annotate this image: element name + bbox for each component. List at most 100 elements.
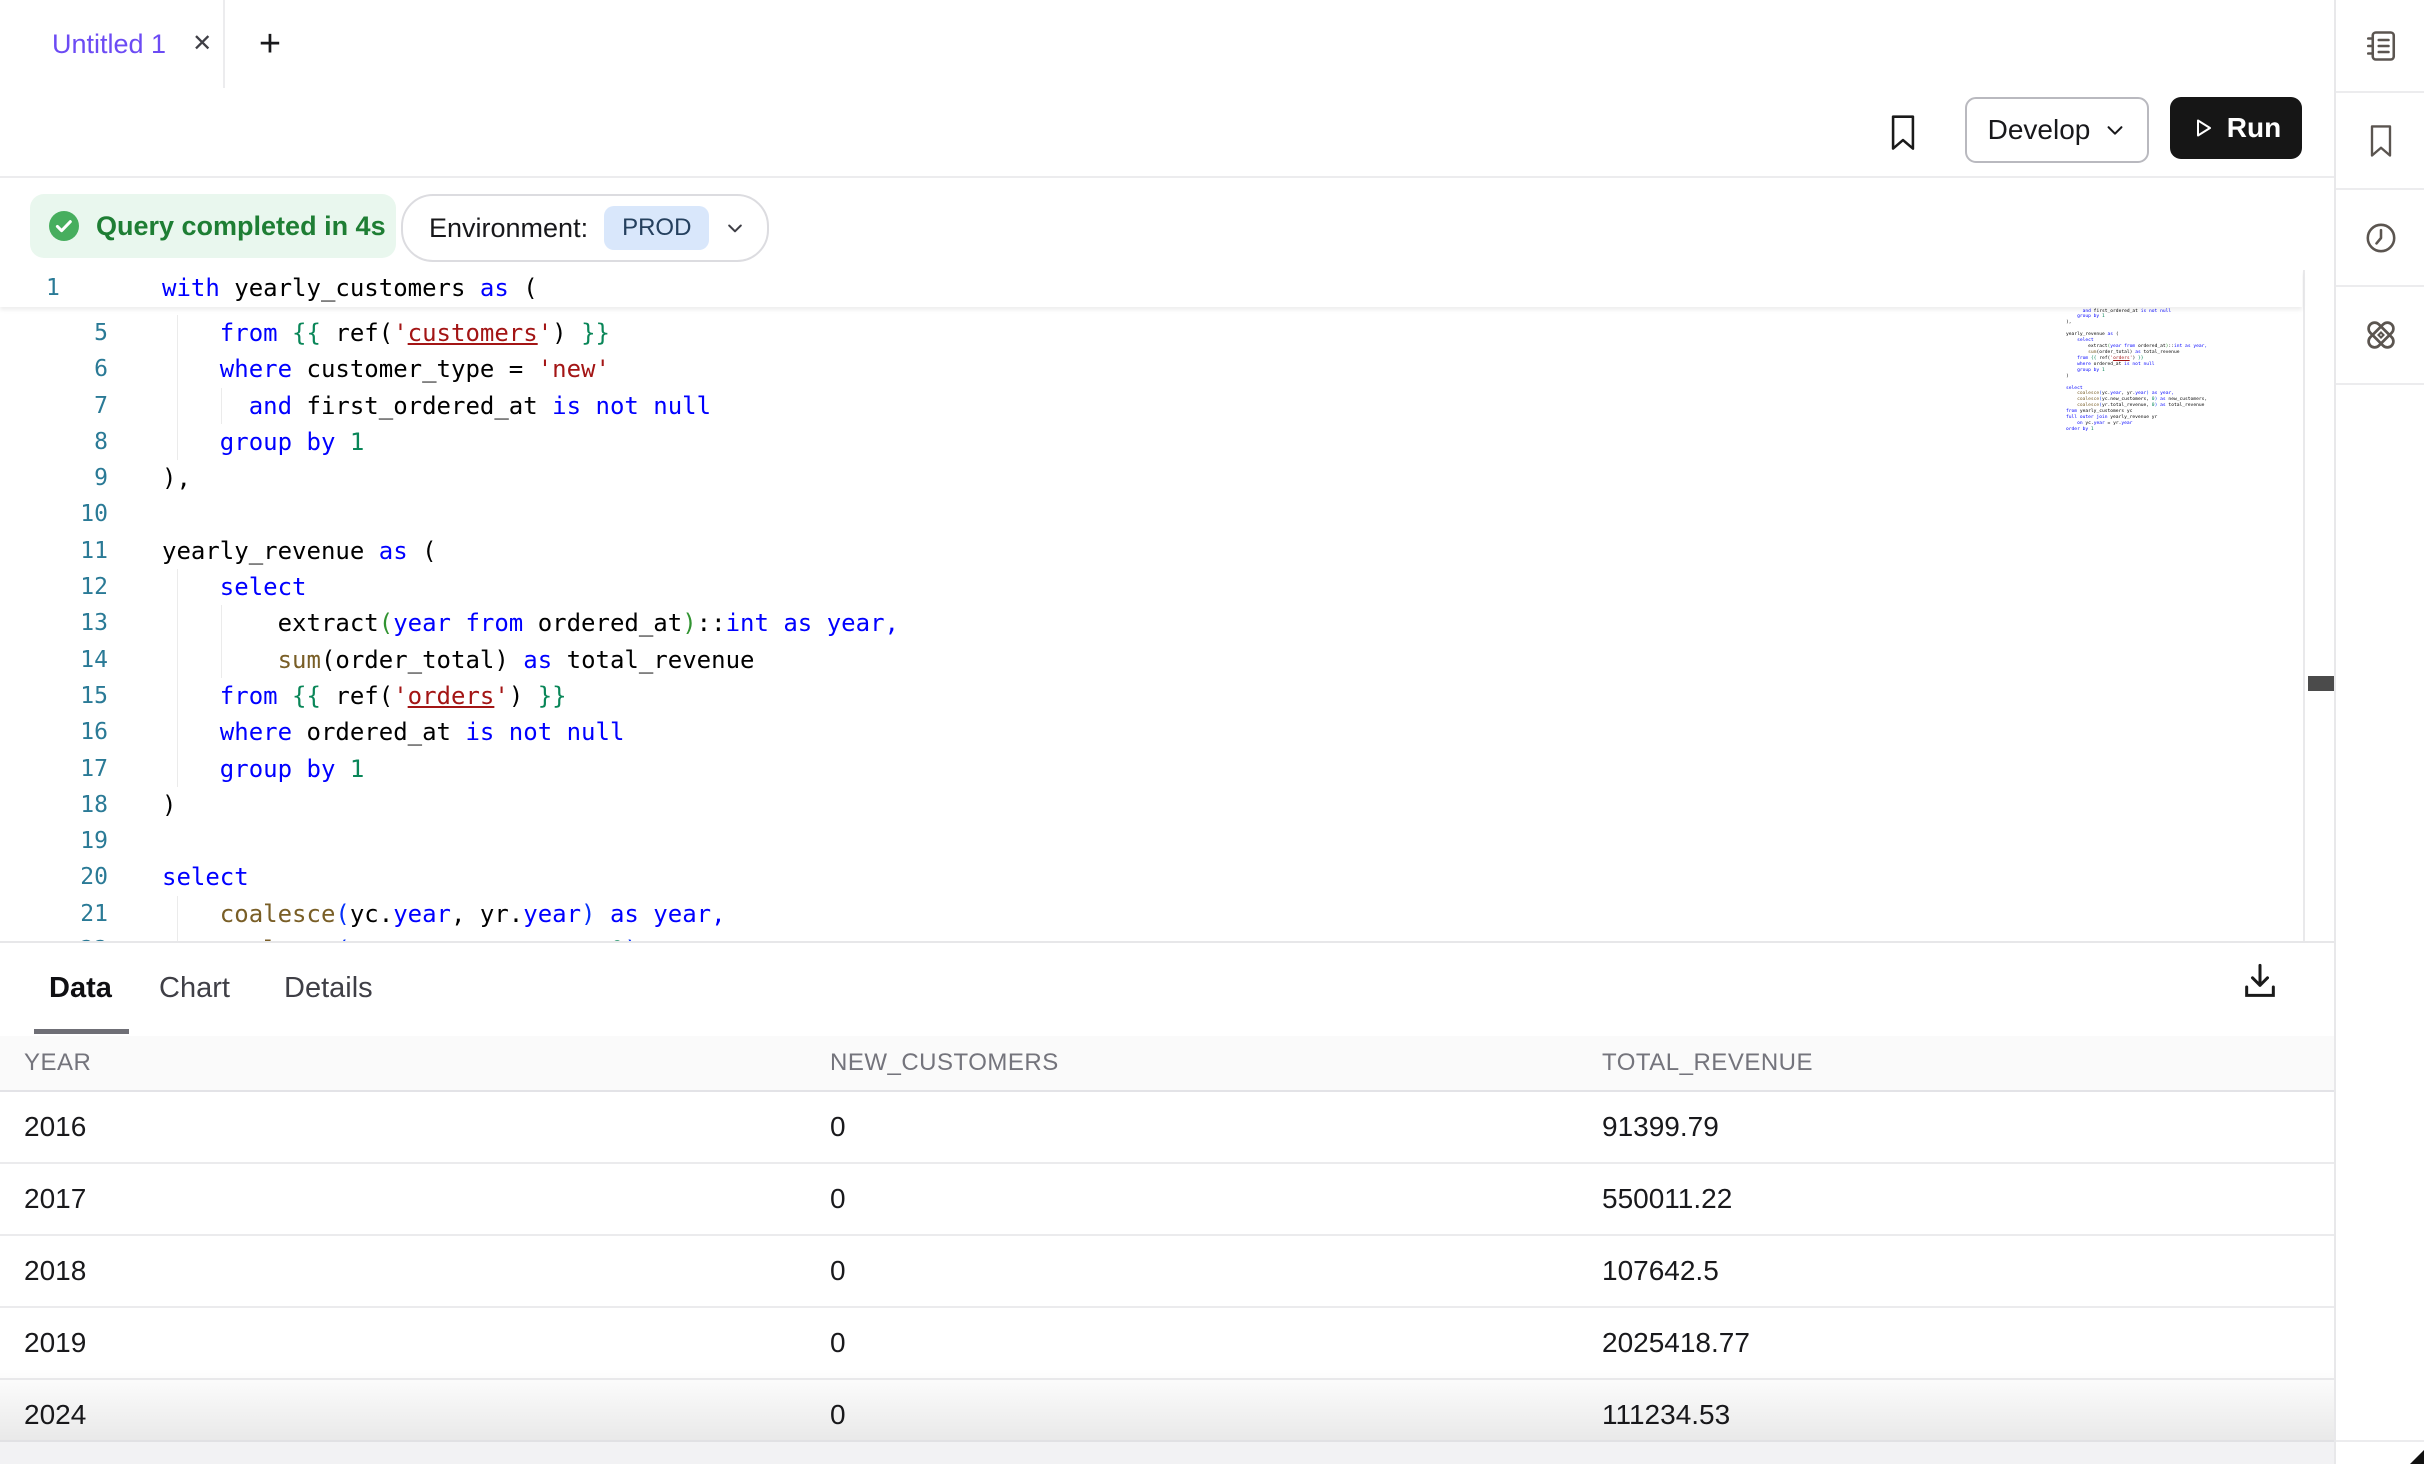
tab-data[interactable]: Data — [49, 943, 112, 1034]
sidebar-notebook-button[interactable] — [2336, 0, 2424, 93]
environment-selector[interactable]: Environment: PROD — [401, 194, 769, 262]
horizontal-scrollbar-track[interactable] — [0, 1440, 2334, 1464]
code-line: 6 where customer_type = 'new' — [0, 351, 2300, 387]
tab-details[interactable]: Details — [284, 943, 373, 1034]
code-line: 5 from {{ ref('customers') }} — [0, 315, 2300, 351]
tab-chart[interactable]: Chart — [159, 943, 230, 1034]
active-tab-indicator — [34, 1029, 129, 1034]
play-icon — [2191, 116, 2215, 140]
run-button[interactable]: Run — [2170, 97, 2302, 159]
bookmark-button[interactable] — [1886, 112, 1920, 154]
results-tab-bar: Data Chart Details — [0, 943, 2334, 1038]
line-number: 7 — [0, 388, 108, 424]
table-cell: 91399.79 — [1602, 1091, 2334, 1163]
sidebar-bookmarks-button[interactable] — [2336, 93, 2424, 190]
chevron-down-icon — [2104, 119, 2126, 141]
toolbar: Develop Run — [0, 88, 2334, 178]
line-number: 12 — [0, 569, 108, 605]
run-label: Run — [2227, 112, 2281, 144]
right-sidebar — [2334, 0, 2424, 1464]
line-number: 6 — [0, 351, 108, 387]
code-line: 8 group by 1 — [0, 424, 2300, 460]
code-line: 17 group by 1 — [0, 751, 2300, 787]
tab-untitled-1[interactable]: Untitled 1 ✕ — [0, 0, 212, 88]
code-line: 14 sum(order_total) as total_revenue — [0, 642, 2300, 678]
plus-icon: + — [259, 23, 281, 66]
editor-scrollbar[interactable] — [2303, 270, 2334, 941]
code-line: 15 from {{ ref('orders') }} — [0, 678, 2300, 714]
download-icon — [2240, 960, 2280, 1004]
table-cell: 2025418.77 — [1602, 1307, 2334, 1379]
query-status-badge: Query completed in 4s — [30, 194, 396, 258]
environment-label: Environment: — [429, 213, 588, 244]
column-header[interactable]: TOTAL_REVENUE — [1602, 1036, 2334, 1091]
code-line: 12 select — [0, 569, 2300, 605]
line-number: 20 — [0, 859, 108, 895]
chevron-down-icon — [725, 218, 745, 238]
environment-value-badge: PROD — [604, 206, 709, 250]
code-line: 18) — [0, 787, 2300, 823]
table-row[interactable]: 20180107642.5 — [0, 1235, 2334, 1307]
code-line: 21 coalesce(yc.year, yr.year) as year, — [0, 896, 2300, 932]
clock-icon — [2363, 220, 2399, 256]
line-number: 21 — [0, 896, 108, 932]
table-cell: 2016 — [0, 1091, 830, 1163]
tab-divider — [223, 0, 225, 88]
table-header-row: YEARNEW_CUSTOMERSTOTAL_REVENUE — [0, 1036, 2334, 1091]
download-results-button[interactable] — [2240, 960, 2280, 1004]
line-number: 13 — [0, 605, 108, 641]
line-number: 9 — [0, 460, 108, 496]
table-row[interactable]: 2016091399.79 — [0, 1091, 2334, 1163]
sidebar-divider — [2336, 1440, 2424, 1442]
line-number: 19 — [0, 823, 108, 859]
check-circle-icon — [46, 208, 82, 244]
table-cell: 0 — [830, 1235, 1602, 1307]
sidebar-lineage-button[interactable] — [2336, 287, 2424, 385]
code-line: 9), — [0, 460, 2300, 496]
code-line: 10 — [0, 496, 2300, 532]
code-editor[interactable]: 5 from {{ ref('customers') }}6 where cus… — [0, 270, 2334, 941]
line-number: 10 — [0, 496, 108, 532]
table-cell: 0 — [830, 1091, 1602, 1163]
line-number: 16 — [0, 714, 108, 750]
resize-grip[interactable] — [2410, 1448, 2424, 1464]
develop-dropdown[interactable]: Develop — [1965, 97, 2149, 163]
code-line: 19 — [0, 823, 2300, 859]
code-line: 16 where ordered_at is not null — [0, 714, 2300, 750]
column-header[interactable]: YEAR — [0, 1036, 830, 1091]
sidebar-history-button[interactable] — [2336, 190, 2424, 287]
line-number: 17 — [0, 751, 108, 787]
table-row[interactable]: 201902025418.77 — [0, 1307, 2334, 1379]
close-icon[interactable]: ✕ — [192, 32, 212, 56]
code-line: 22 coalesce(yc.new_customers, 0) as new_… — [0, 932, 2300, 941]
table-cell: 0 — [830, 1163, 1602, 1235]
bookmark-icon — [1886, 112, 1920, 154]
line-number: 18 — [0, 787, 108, 823]
table-cell: 107642.5 — [1602, 1235, 2334, 1307]
sticky-code-line: 1with yearly_customers as ( — [0, 270, 2302, 306]
bookmark-icon — [2364, 123, 2398, 159]
code-lines: 5 from {{ ref('customers') }}6 where cus… — [0, 315, 2300, 941]
code-line: 7 and first_ordered_at is not null — [0, 388, 2300, 424]
table-cell: 2018 — [0, 1235, 830, 1307]
tab-title: Untitled 1 — [52, 29, 166, 60]
knot-icon — [2362, 316, 2400, 354]
code-line: 13 extract(year from ordered_at)::int as… — [0, 605, 2300, 641]
code-line: 20select — [0, 859, 2300, 895]
table-cell: 550011.22 — [1602, 1163, 2334, 1235]
notebook-icon — [2363, 28, 2399, 64]
table-row[interactable]: 20170550011.22 — [0, 1163, 2334, 1235]
ide-window: Untitled 1 ✕ + Develop Run — [0, 0, 2424, 1464]
sticky-scroll-line: 1with yearly_customers as ( — [0, 270, 2302, 307]
column-header[interactable]: NEW_CUSTOMERS — [830, 1036, 1602, 1091]
query-status-text: Query completed in 4s — [96, 211, 386, 242]
table-cell: 0 — [830, 1307, 1602, 1379]
code-line: 11yearly_revenue as ( — [0, 533, 2300, 569]
table-cell: 2017 — [0, 1163, 830, 1235]
table-cell: 2019 — [0, 1307, 830, 1379]
develop-label: Develop — [1988, 114, 2091, 146]
scrollbar-cursor-marker[interactable] — [2308, 676, 2334, 691]
minimap-line: order by 1 — [2066, 427, 2296, 433]
new-tab-button[interactable]: + — [240, 0, 300, 88]
tab-bar: Untitled 1 ✕ + — [0, 0, 2334, 90]
